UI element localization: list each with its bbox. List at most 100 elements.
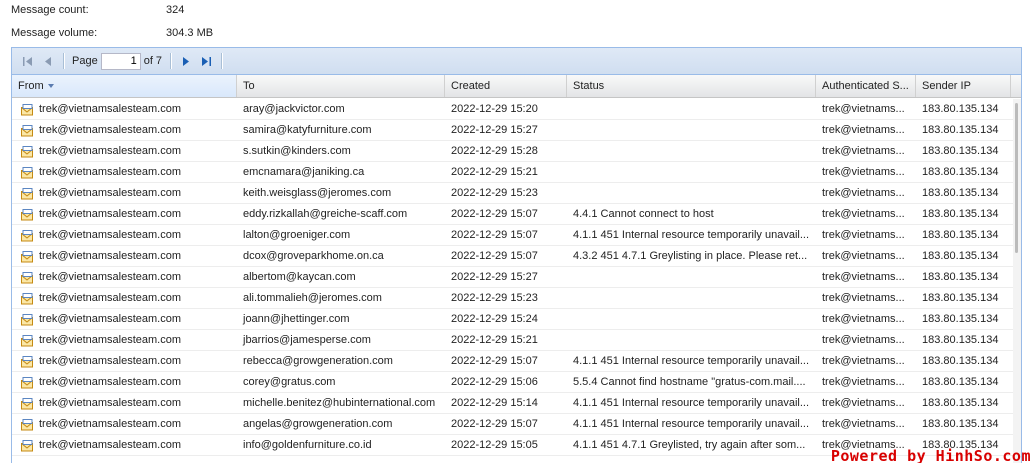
scrollbar-thumb[interactable]	[1015, 103, 1018, 253]
column-header-from[interactable]: From	[12, 75, 237, 97]
last-page-button[interactable]	[198, 53, 214, 69]
cell-authenticated-sender: trek@vietnams...	[822, 187, 905, 199]
table-row[interactable]: trek@vietnamsalesteam.com lalton@groenige…	[12, 225, 1021, 246]
cell-from-text: trek@vietnamsalesteam.com	[39, 145, 181, 157]
cell-from-text: trek@vietnamsalesteam.com	[39, 250, 181, 262]
next-page-button[interactable]	[178, 53, 194, 69]
cell-authenticated-sender: trek@vietnams...	[822, 103, 905, 115]
message-icon	[20, 334, 34, 347]
cell-sender-ip: 183.80.135.134	[922, 250, 999, 262]
cell-status	[567, 162, 816, 182]
cell-from-text: trek@vietnamsalesteam.com	[39, 271, 181, 283]
cell-created: 2022-12-29 15:07	[451, 355, 538, 367]
cell-from-text: trek@vietnamsalesteam.com	[39, 376, 181, 388]
first-page-button[interactable]	[20, 53, 36, 69]
column-header-authenticated-sender[interactable]: Authenticated S...	[816, 75, 916, 97]
message-icon	[20, 208, 34, 221]
cell-to: angelas@growgeneration.com	[243, 418, 393, 430]
cell-from: trek@vietnamsalesteam.com	[12, 372, 237, 392]
cell-sender-ip: 183.80.135.134	[922, 313, 999, 325]
cell-authenticated-sender: trek@vietnams...	[822, 166, 905, 178]
message-icon	[20, 376, 34, 389]
table-row[interactable]: trek@vietnamsalesteam.com albertom@kaycan…	[12, 267, 1021, 288]
column-ip-label: Sender IP	[922, 80, 971, 92]
cell-status: 4.1.1 451 Internal resource temporarily …	[573, 229, 810, 241]
column-header-sender-ip[interactable]: Sender IP	[916, 75, 1011, 97]
cell-to: info@goldenfurniture.co.id	[243, 439, 372, 451]
cell-from-text: trek@vietnamsalesteam.com	[39, 103, 181, 115]
cell-authenticated-sender: trek@vietnams...	[822, 376, 905, 388]
table-row[interactable]: trek@vietnamsalesteam.com joann@jhettinge…	[12, 309, 1021, 330]
cell-authenticated-sender: trek@vietnams...	[822, 124, 905, 136]
table-row[interactable]: trek@vietnamsalesteam.com michelle.benite…	[12, 393, 1021, 414]
prev-page-icon	[45, 56, 51, 66]
cell-created: 2022-12-29 15:21	[451, 334, 538, 346]
cell-status	[567, 288, 816, 308]
cell-authenticated-sender: trek@vietnams...	[822, 229, 905, 241]
cell-to: jbarrios@jamesperse.com	[243, 334, 371, 346]
cell-to: dcox@groveparkhome.on.ca	[243, 250, 384, 262]
message-icon	[20, 145, 34, 158]
cell-created: 2022-12-29 15:06	[451, 376, 538, 388]
grid-header: From To Created Status Authenticated S..…	[12, 75, 1021, 98]
cell-status	[567, 309, 816, 329]
cell-to: eddy.rizkallah@greiche-scaff.com	[243, 208, 408, 220]
cell-from: trek@vietnamsalesteam.com	[12, 288, 237, 308]
message-icon	[20, 250, 34, 263]
table-row[interactable]: trek@vietnamsalesteam.com aray@jackvictor…	[12, 99, 1021, 120]
column-header-status[interactable]: Status	[567, 75, 816, 97]
cell-created: 2022-12-29 15:27	[451, 124, 538, 136]
message-volume-label: Message volume:	[11, 27, 98, 39]
prev-page-button[interactable]	[40, 53, 56, 69]
first-page-icon	[23, 56, 32, 66]
cell-sender-ip: 183.80.135.134	[922, 166, 999, 178]
cell-authenticated-sender: trek@vietnams...	[822, 250, 905, 262]
cell-sender-ip: 183.80.135.134	[922, 418, 999, 430]
cell-from-text: trek@vietnamsalesteam.com	[39, 208, 181, 220]
column-from-label: From	[18, 80, 44, 92]
message-icon	[20, 124, 34, 137]
table-row[interactable]: trek@vietnamsalesteam.com jbarrios@jamesp…	[12, 330, 1021, 351]
table-row[interactable]: trek@vietnamsalesteam.com keith.weisglass…	[12, 183, 1021, 204]
cell-created: 2022-12-29 15:24	[451, 313, 538, 325]
cell-sender-ip: 183.80.135.134	[922, 229, 999, 241]
cell-to: s.sutkin@kinders.com	[243, 145, 351, 157]
table-row[interactable]: trek@vietnamsalesteam.com emcnamara@janik…	[12, 162, 1021, 183]
cell-sender-ip: 183.80.135.134	[922, 292, 999, 304]
table-row[interactable]: trek@vietnamsalesteam.com dcox@groveparkh…	[12, 246, 1021, 267]
table-row[interactable]: trek@vietnamsalesteam.com ali.tommalieh@j…	[12, 288, 1021, 309]
cell-from-text: trek@vietnamsalesteam.com	[39, 397, 181, 409]
sort-descending-icon	[47, 84, 54, 89]
cell-from: trek@vietnamsalesteam.com	[12, 183, 237, 203]
cell-created: 2022-12-29 15:07	[451, 208, 538, 220]
pager-toolbar: Page of 7	[12, 48, 1021, 75]
cell-from-text: trek@vietnamsalesteam.com	[39, 229, 181, 241]
table-row[interactable]: trek@vietnamsalesteam.com samira@katyfurn…	[12, 120, 1021, 141]
cell-from-text: trek@vietnamsalesteam.com	[39, 292, 181, 304]
cell-authenticated-sender: trek@vietnams...	[822, 397, 905, 409]
vertical-scrollbar[interactable]	[1013, 99, 1021, 463]
cell-from: trek@vietnamsalesteam.com	[12, 351, 237, 371]
column-auth-label: Authenticated S...	[822, 80, 909, 92]
page-number-input[interactable]	[100, 52, 141, 70]
table-row[interactable]: trek@vietnamsalesteam.com angelas@growgen…	[12, 414, 1021, 435]
table-row[interactable]: trek@vietnamsalesteam.com rebecca@growgen…	[12, 351, 1021, 372]
table-row[interactable]: trek@vietnamsalesteam.com s.sutkin@kinder…	[12, 141, 1021, 162]
cell-status: 4.1.1 451 Internal resource temporarily …	[573, 355, 810, 367]
message-count-value: 324	[166, 4, 185, 16]
column-header-to[interactable]: To	[237, 75, 445, 97]
cell-sender-ip: 183.80.135.134	[922, 145, 999, 157]
column-header-created[interactable]: Created	[445, 75, 567, 97]
table-row[interactable]: trek@vietnamsalesteam.com eddy.rizkallah@…	[12, 204, 1021, 225]
cell-to: keith.weisglass@jeromes.com	[243, 187, 392, 199]
column-status-label: Status	[573, 80, 605, 92]
cell-to: michelle.benitez@hubinternational.com	[243, 397, 436, 409]
table-row[interactable]: trek@vietnamsalesteam.com corey@gratus.co…	[12, 372, 1021, 393]
cell-from-text: trek@vietnamsalesteam.com	[39, 439, 181, 451]
cell-authenticated-sender: trek@vietnams...	[822, 355, 905, 367]
cell-from: trek@vietnamsalesteam.com	[12, 435, 237, 455]
cell-status	[567, 141, 816, 161]
cell-to: corey@gratus.com	[243, 376, 336, 388]
message-icon	[20, 397, 34, 410]
cell-from-text: trek@vietnamsalesteam.com	[39, 334, 181, 346]
